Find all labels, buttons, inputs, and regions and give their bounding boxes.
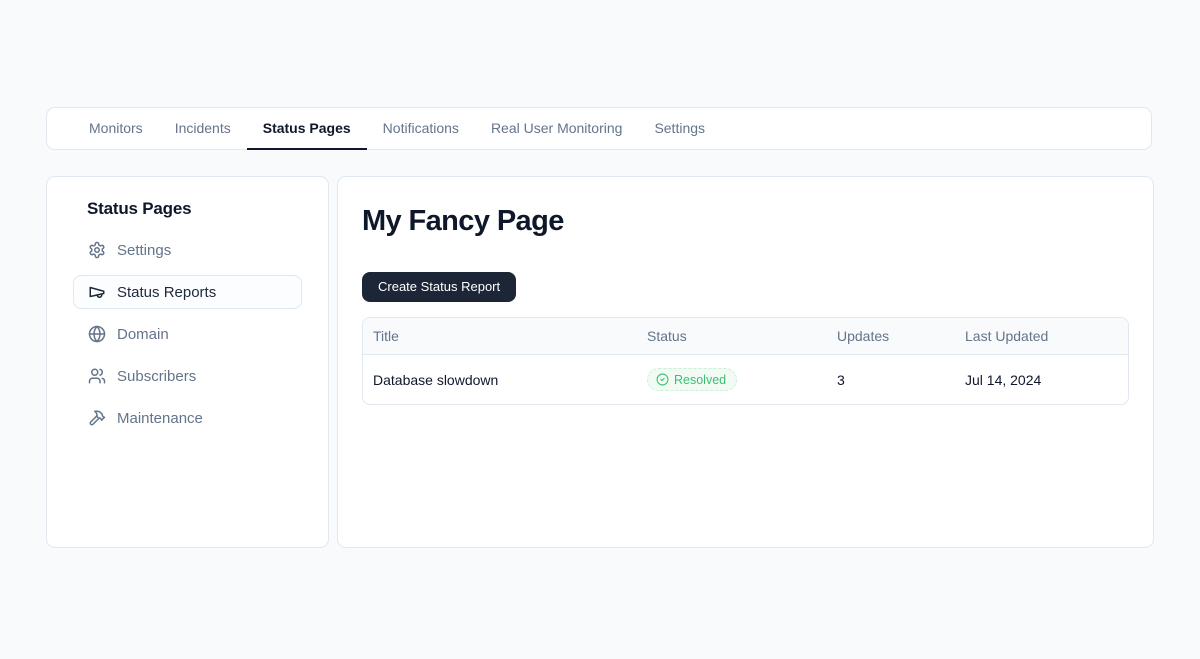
sidebar-item-label: Domain — [117, 326, 169, 343]
column-header-title: Title — [363, 318, 637, 355]
tab-status-pages[interactable]: Status Pages — [247, 108, 367, 150]
tab-settings[interactable]: Settings — [638, 108, 721, 150]
check-circle-icon — [656, 373, 669, 386]
report-updates-cell: 3 — [827, 355, 955, 404]
megaphone-icon — [88, 283, 106, 301]
status-badge-label: Resolved — [674, 373, 726, 387]
sidebar-item-settings[interactable]: Settings — [73, 233, 302, 267]
sidebar-item-maintenance[interactable]: Maintenance — [73, 401, 302, 435]
column-header-updates: Updates — [827, 318, 955, 355]
status-reports-table: Title Status Updates Last Updated Databa… — [362, 317, 1129, 405]
sidebar-item-label: Status Reports — [117, 284, 216, 301]
column-header-status: Status — [637, 318, 827, 355]
status-pages-sidebar: Status Pages Settings Status Reports Dom… — [46, 176, 329, 548]
status-page-panel: My Fancy Page Create Status Report Title… — [337, 176, 1154, 548]
sidebar-item-subscribers[interactable]: Subscribers — [73, 359, 302, 393]
report-status-cell: Resolved — [637, 355, 827, 404]
top-navigation: Monitors Incidents Status Pages Notifica… — [46, 107, 1152, 150]
tab-incidents[interactable]: Incidents — [159, 108, 247, 150]
tab-monitors[interactable]: Monitors — [73, 108, 159, 150]
globe-icon — [88, 325, 106, 343]
sidebar-item-status-reports[interactable]: Status Reports — [73, 275, 302, 309]
sidebar-item-domain[interactable]: Domain — [73, 317, 302, 351]
report-title-cell: Database slowdown — [363, 355, 637, 404]
table-header-row: Title Status Updates Last Updated — [363, 318, 1128, 355]
status-badge: Resolved — [647, 368, 737, 391]
table-row[interactable]: Database slowdown Resolved 3 Jul 14, 202… — [363, 355, 1128, 404]
gear-icon — [88, 241, 106, 259]
tab-real-user-monitoring[interactable]: Real User Monitoring — [475, 108, 639, 150]
create-status-report-button[interactable]: Create Status Report — [362, 272, 516, 302]
sidebar-item-label: Maintenance — [117, 410, 203, 427]
tab-notifications[interactable]: Notifications — [367, 108, 475, 150]
sidebar-item-label: Settings — [117, 242, 171, 259]
hammer-icon — [88, 409, 106, 427]
sidebar-item-label: Subscribers — [117, 368, 196, 385]
sidebar-title: Status Pages — [87, 199, 302, 219]
report-last-updated-cell: Jul 14, 2024 — [955, 355, 1128, 404]
users-icon — [88, 367, 106, 385]
column-header-last-updated: Last Updated — [955, 318, 1128, 355]
page-title: My Fancy Page — [362, 204, 1129, 239]
